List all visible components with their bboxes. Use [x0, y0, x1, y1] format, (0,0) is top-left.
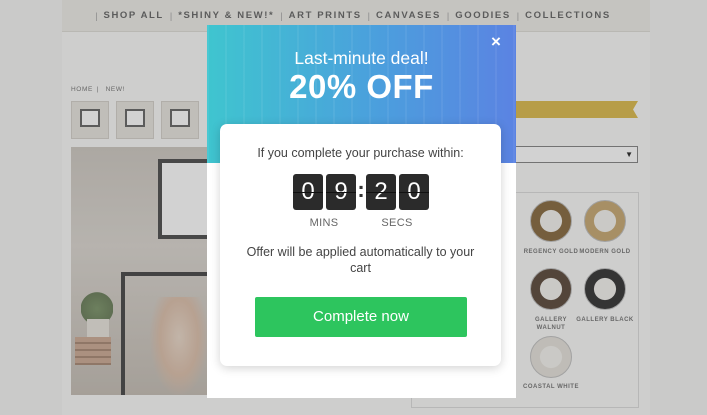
- timer-digit-min-ones: 9: [326, 174, 356, 210]
- countdown-card: If you complete your purchase within: 0 …: [220, 124, 501, 366]
- offer-note: Offer will be applied automatically to y…: [246, 245, 475, 275]
- timer-secs-label: SECS: [381, 217, 413, 229]
- timer-colon: :: [357, 177, 365, 202]
- timer-digit-sec-tens: 2: [366, 174, 396, 210]
- deal-modal: × Last-minute deal! 20% OFF If you compl…: [207, 25, 516, 398]
- countdown-intro: If you complete your purchase within:: [257, 146, 464, 160]
- timer-mins-label: MINS: [309, 217, 339, 229]
- timer-digit-sec-ones: 0: [399, 174, 429, 210]
- timer-digit-min-tens: 0: [293, 174, 323, 210]
- deal-title: 20% OFF: [289, 68, 434, 105]
- complete-now-button[interactable]: Complete now: [255, 297, 467, 337]
- deal-subtitle: Last-minute deal!: [294, 48, 429, 68]
